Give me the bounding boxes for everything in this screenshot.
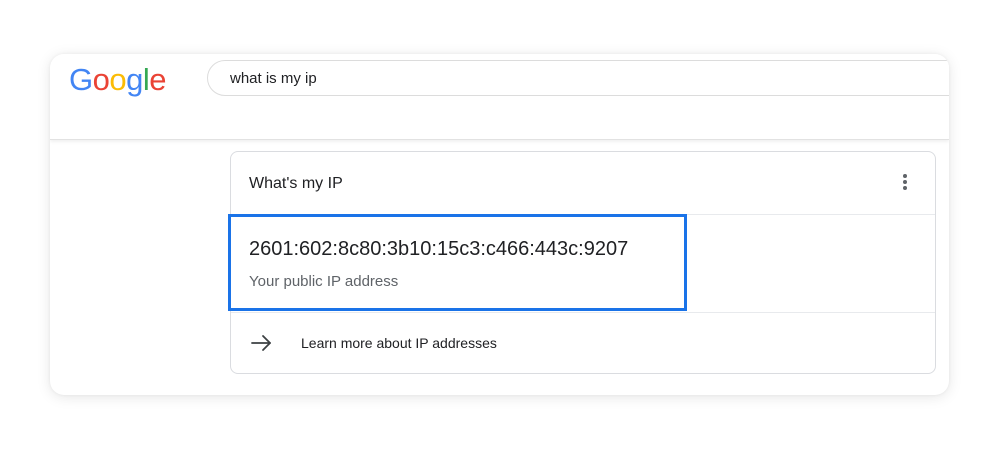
logo-letter: G bbox=[69, 62, 93, 97]
browser-window: Google what is my ip What's my IP 2601:6… bbox=[50, 54, 949, 395]
card-title: What's my IP bbox=[249, 175, 343, 192]
ip-address-caption: Your public IP address bbox=[249, 273, 399, 290]
logo-letter: g bbox=[126, 62, 143, 97]
ip-address-value: 2601:602:8c80:3b10:15c3:c466:443c:9207 bbox=[249, 238, 629, 260]
learn-more-link[interactable]: Learn more about IP addresses bbox=[231, 313, 935, 373]
search-header: Google what is my ip bbox=[50, 54, 949, 140]
google-logo[interactable]: Google bbox=[69, 60, 167, 100]
learn-more-label: Learn more about IP addresses bbox=[301, 335, 497, 351]
search-query: what is my ip bbox=[230, 70, 317, 87]
logo-letter: o bbox=[109, 62, 127, 97]
ip-highlight-box bbox=[228, 214, 687, 311]
logo-letter: e bbox=[149, 62, 167, 97]
more-vert-icon[interactable] bbox=[901, 174, 909, 194]
arrow-right-icon bbox=[251, 335, 271, 351]
search-input[interactable]: what is my ip bbox=[207, 60, 949, 96]
whats-my-ip-card: What's my IP 2601:602:8c80:3b10:15c3:c46… bbox=[228, 151, 936, 374]
logo-letter: o bbox=[92, 62, 110, 97]
